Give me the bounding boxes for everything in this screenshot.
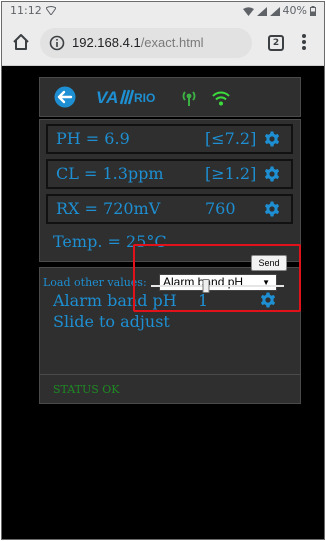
back-arrow-icon[interactable] bbox=[54, 86, 76, 108]
cl-row: CL = 1.3ppm [≥1.2] bbox=[46, 159, 293, 189]
gear-icon[interactable] bbox=[264, 201, 280, 217]
battery-icon bbox=[310, 6, 316, 16]
svg-text:RIO: RIO bbox=[134, 91, 155, 105]
url-host: 192.168.4.1 bbox=[72, 35, 141, 50]
highlight-box bbox=[133, 244, 301, 312]
address-bar[interactable]: 192.168.4.1/exact.html bbox=[40, 28, 252, 58]
ph-row: PH = 6.9 [≤7.2] bbox=[46, 124, 293, 154]
home-icon[interactable] bbox=[12, 33, 30, 51]
vario-logo: VA RIO bbox=[96, 88, 155, 106]
url-text: 192.168.4.1/exact.html bbox=[72, 28, 204, 58]
signal-icon-2 bbox=[269, 6, 280, 16]
battery-percent: 40% bbox=[282, 4, 307, 17]
load-values-label: Load other values: bbox=[43, 276, 147, 289]
status-time: 11:12 bbox=[10, 4, 42, 17]
rx-value: RX = 720mV bbox=[56, 199, 161, 218]
signal-icon bbox=[256, 6, 267, 16]
header-panel: VA RIO bbox=[39, 77, 301, 117]
info-icon[interactable] bbox=[49, 35, 65, 51]
cl-limit: [≥1.2] bbox=[205, 164, 257, 183]
url-path: /exact.html bbox=[140, 35, 204, 50]
status-text: STATUS OK bbox=[53, 383, 120, 396]
tab-switcher-button[interactable]: 2 bbox=[268, 35, 284, 51]
rx-row: RX = 720mV 760 bbox=[46, 194, 293, 224]
antenna-icon bbox=[182, 91, 196, 106]
values-panel: PH = 6.9 [≤7.2] CL = 1.3ppm [≥1.2] RX = … bbox=[39, 119, 301, 262]
gear-icon[interactable] bbox=[264, 166, 280, 182]
wifi-status-icon bbox=[46, 6, 56, 15]
ph-limit: [≤7.2] bbox=[205, 129, 257, 148]
ph-value: PH = 6.9 bbox=[56, 129, 130, 148]
browser-toolbar: 192.168.4.1/exact.html 2 bbox=[2, 20, 324, 66]
status-right: 40% bbox=[242, 2, 316, 20]
wifi-signal-icon bbox=[212, 91, 230, 106]
status-panel: STATUS OK bbox=[39, 374, 301, 404]
status-bar: 11:12 40% bbox=[2, 2, 324, 20]
rx-limit: 760 bbox=[205, 199, 236, 218]
wifi-icon bbox=[242, 6, 254, 16]
gear-icon[interactable] bbox=[264, 131, 280, 147]
slide-to-adjust-label: Slide to adjust bbox=[53, 312, 170, 331]
cl-value: CL = 1.3ppm bbox=[56, 164, 164, 183]
more-menu-icon[interactable] bbox=[300, 32, 308, 52]
screen-frame: 11:12 40% 192.168.4.1/exact.html 2 VA RI… bbox=[1, 1, 325, 540]
svg-text:VA: VA bbox=[96, 88, 118, 106]
